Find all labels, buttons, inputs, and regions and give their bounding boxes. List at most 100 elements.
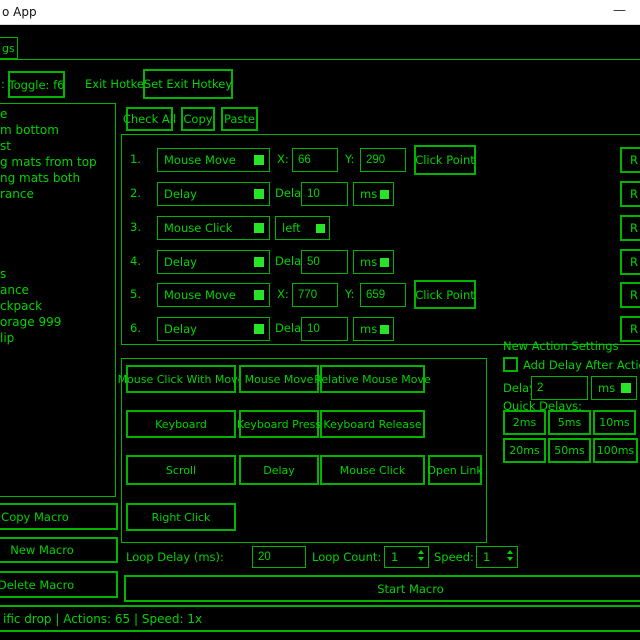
- delay-input[interactable]: [301, 182, 348, 206]
- spinner-down-icon[interactable]: [418, 557, 424, 561]
- macro-list-item[interactable]: rance: [0, 186, 97, 202]
- mouse-click-button[interactable]: Mouse Click: [320, 455, 425, 485]
- remove-action-button[interactable]: R: [620, 147, 640, 173]
- dropdown-indicator-icon: [380, 190, 389, 199]
- spinner-up-icon[interactable]: [418, 550, 424, 554]
- speed-stepper[interactable]: 1: [476, 546, 518, 568]
- stepper-arrows[interactable]: [418, 550, 424, 561]
- action-type-dropdown[interactable]: Delay: [157, 182, 270, 206]
- unit-dropdown[interactable]: ms: [353, 250, 394, 274]
- click-point-button[interactable]: Click Point: [414, 280, 476, 309]
- right-click-button[interactable]: Right Click: [126, 503, 236, 531]
- macro-list-item[interactable]: orage 999: [0, 314, 97, 330]
- quick-delay-20ms-button[interactable]: 20ms: [503, 438, 546, 463]
- mouse-button-dropdown[interactable]: left: [275, 216, 330, 240]
- copy-button[interactable]: Copy: [181, 107, 215, 131]
- unit-value: ms: [360, 322, 377, 336]
- loop-delay-input[interactable]: [252, 546, 306, 568]
- macro-list-item[interactable]: g mats from top: [0, 154, 97, 170]
- dropdown-indicator-icon: [380, 258, 389, 267]
- add-delay-checkbox[interactable]: [503, 357, 518, 372]
- toggle-hotkey-button[interactable]: Toggle: f6: [8, 71, 65, 98]
- quick-delay-2ms-button[interactable]: 2ms: [503, 410, 546, 435]
- macro-list-item[interactable]: e: [0, 106, 97, 122]
- mouse-move-button[interactable]: Mouse Move: [239, 365, 319, 393]
- click-point-button[interactable]: Click Point: [414, 145, 476, 175]
- macro-list-item[interactable]: m bottom: [0, 122, 97, 138]
- scroll-button[interactable]: Scroll: [126, 455, 236, 485]
- x-input[interactable]: [292, 283, 338, 307]
- paste-button[interactable]: Paste: [221, 107, 258, 131]
- macro-list-item[interactable]: [0, 218, 97, 234]
- action-type-value: Mouse Click: [164, 221, 232, 235]
- tab-settings[interactable]: gs: [0, 37, 18, 59]
- macro-list-item[interactable]: ng mats both: [0, 170, 97, 186]
- action-row-index: 3.: [130, 221, 141, 234]
- quick-delay-5ms-button[interactable]: 5ms: [548, 410, 591, 435]
- action-type-dropdown[interactable]: Mouse Move: [157, 283, 270, 307]
- action-type-value: Delay: [164, 187, 197, 201]
- new-macro-button[interactable]: New Macro: [0, 537, 118, 563]
- start-macro-button[interactable]: Start Macro: [124, 575, 640, 602]
- remove-action-button[interactable]: R: [620, 215, 640, 241]
- remove-action-button[interactable]: R: [620, 282, 640, 308]
- remove-action-button[interactable]: R: [620, 249, 640, 275]
- remove-action-button[interactable]: R: [620, 181, 640, 207]
- spinner-up-icon[interactable]: [507, 550, 513, 554]
- mouse-click-with-move-button[interactable]: Mouse Click With Move: [126, 365, 236, 393]
- x-input[interactable]: [292, 148, 338, 172]
- macro-list: e m bottom st g mats from top ng mats bo…: [0, 106, 97, 346]
- copy-macro-button[interactable]: Copy Macro: [0, 503, 118, 530]
- delay-input[interactable]: [301, 317, 348, 341]
- unit-dropdown[interactable]: ms: [353, 317, 394, 341]
- delay-input[interactable]: [301, 250, 348, 274]
- y-label: Y:: [345, 153, 354, 166]
- macro-list-item[interactable]: st: [0, 138, 97, 154]
- macro-list-item[interactable]: ance: [0, 282, 97, 298]
- macro-list-item[interactable]: [0, 202, 97, 218]
- new-delay-input[interactable]: [531, 376, 588, 400]
- action-type-dropdown[interactable]: Delay: [157, 317, 270, 341]
- check-all-button[interactable]: Check All: [126, 107, 173, 131]
- open-link-button[interactable]: Open Link: [428, 455, 482, 485]
- action-type-dropdown[interactable]: Mouse Move: [157, 148, 270, 172]
- keyboard-release-button[interactable]: Keyboard Release: [320, 410, 425, 438]
- stepper-arrows[interactable]: [507, 550, 513, 561]
- remove-action-button[interactable]: R: [620, 316, 640, 342]
- app-window: o App — gs : Toggle: f6 Exit Hotkey: Set…: [0, 0, 640, 640]
- y-input[interactable]: [360, 148, 406, 172]
- macro-list-item[interactable]: s: [0, 266, 97, 282]
- macro-list-item[interactable]: [0, 234, 97, 250]
- quick-delay-50ms-button[interactable]: 50ms: [548, 438, 591, 463]
- set-exit-hotkey-button[interactable]: Set Exit Hotkey: [143, 69, 233, 99]
- y-input[interactable]: [360, 283, 406, 307]
- action-row-index: 4.: [130, 255, 141, 268]
- loop-delay-label: Loop Delay (ms):: [126, 551, 224, 564]
- delay-button[interactable]: Delay: [239, 455, 319, 485]
- loop-count-label: Loop Count:: [312, 551, 381, 564]
- action-type-dropdown[interactable]: Delay: [157, 250, 270, 274]
- quick-delay-10ms-button[interactable]: 10ms: [593, 410, 636, 435]
- minimize-icon[interactable]: —: [613, 3, 626, 18]
- action-row-index: 6.: [130, 322, 141, 335]
- macro-list-item[interactable]: lip: [0, 330, 97, 346]
- action-type-value: Mouse Move: [164, 288, 236, 302]
- keyboard-press-button[interactable]: Keyboard Press: [239, 410, 319, 438]
- action-type-value: Delay: [164, 255, 197, 269]
- y-label: Y:: [345, 288, 354, 301]
- quick-delay-100ms-button[interactable]: 100ms: [593, 438, 638, 463]
- status-bar: ific drop | Actions: 65 | Speed: 1x: [0, 605, 640, 632]
- x-label: X:: [277, 153, 289, 166]
- action-type-dropdown[interactable]: Mouse Click: [157, 216, 270, 240]
- macro-list-item[interactable]: ckpack: [0, 298, 97, 314]
- loop-count-stepper[interactable]: 1: [384, 546, 429, 568]
- new-delay-unit-dropdown[interactable]: ms: [591, 376, 637, 400]
- spinner-down-icon[interactable]: [507, 557, 513, 561]
- dropdown-indicator-icon: [254, 189, 264, 199]
- dropdown-indicator-icon: [316, 224, 325, 233]
- unit-dropdown[interactable]: ms: [353, 182, 394, 206]
- macro-list-item[interactable]: [0, 250, 97, 266]
- relative-mouse-move-button[interactable]: Relative Mouse Move: [320, 365, 425, 393]
- delete-macro-button[interactable]: Delete Macro: [0, 571, 118, 598]
- keyboard-button[interactable]: Keyboard: [126, 410, 236, 438]
